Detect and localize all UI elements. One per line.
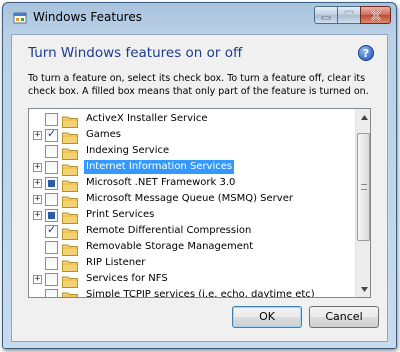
checkmark-icon: ✓ [47,223,57,236]
scroll-thumb[interactable] [357,133,370,241]
folder-icon [62,129,78,144]
checkmark-icon: ✓ [47,127,57,140]
feature-row[interactable]: ✓ Remote Differential Compression [29,223,354,240]
feature-row[interactable]: RIP Listener [29,255,354,272]
feature-row[interactable]: + Print Services [29,207,354,224]
folder-icon [62,209,78,224]
feature-label: Indexing Service [86,145,170,156]
scroll-grip [361,184,367,190]
scroll-down-button[interactable] [357,281,370,297]
feature-row[interactable]: Removable Storage Management [29,239,354,256]
feature-row[interactable]: Indexing Service [29,143,354,160]
feature-label: Services for NFS [86,273,168,284]
cancel-button[interactable]: Cancel [309,306,379,328]
dialog-heading: Turn Windows features on or off [28,45,243,61]
folder-icon [62,145,78,160]
feature-checkbox[interactable] [45,145,58,158]
vertical-scrollbar[interactable] [355,109,370,297]
feature-row[interactable]: + Microsoft Message Queue (MSMQ) Server [29,191,354,208]
feature-checkbox[interactable] [45,289,58,297]
help-icon[interactable]: ? [358,45,374,61]
scroll-up-button[interactable] [357,109,370,125]
close-icon [370,9,381,21]
feature-checkbox[interactable] [45,177,58,190]
minimize-button[interactable] [314,6,338,24]
expand-icon[interactable]: + [33,275,42,284]
folder-icon [62,161,78,176]
expand-icon[interactable]: + [33,195,42,204]
feature-checkbox[interactable] [45,193,58,206]
folder-icon [62,177,78,192]
scroll-up-arrow-icon [360,114,368,120]
feature-row[interactable]: Simple TCPIP services (i.e. echo, daytim… [29,287,354,298]
feature-label: Microsoft .NET Framework 3.0 [86,177,236,188]
partial-fill-icon [48,180,55,187]
dialog-content: Turn Windows features on or off ? To tur… [11,34,388,342]
feature-label: ActiveX Installer Service [86,113,208,124]
maximize-button[interactable] [337,6,361,24]
minimize-icon [321,16,331,20]
scroll-down-arrow-icon [360,286,368,292]
dialog-description: To turn a feature on, select its check b… [28,73,369,97]
feature-row[interactable]: ActiveX Installer Service [29,111,354,128]
folder-icon [62,273,78,288]
window-title: Windows Features [33,10,142,24]
ok-button[interactable]: OK [232,306,302,328]
folder-icon [62,225,78,240]
title-bar[interactable]: Windows Features [3,3,396,33]
feature-label: Simple TCPIP services (i.e. echo, daytim… [86,289,315,298]
feature-label: Print Services [86,209,155,220]
features-list: ActiveX Installer Service + ✓ Games Indexing… [29,111,354,298]
feature-row[interactable]: + Services for NFS [29,271,354,288]
feature-label: Games [86,129,121,140]
feature-checkbox[interactable]: ✓ [45,223,58,238]
windows-features-dialog: Windows Features Turn Windows features o… [2,2,397,349]
feature-label: Removable Storage Management [86,241,254,252]
folder-icon [62,113,78,128]
maximize-icon [344,10,354,19]
expand-icon[interactable]: + [33,179,42,188]
feature-checkbox[interactable] [45,241,58,254]
expand-icon[interactable]: + [33,163,42,172]
folder-icon [62,257,78,272]
folder-icon [62,193,78,208]
feature-checkbox[interactable] [45,273,58,286]
features-tree[interactable]: ActiveX Installer Service + ✓ Games Indexing… [28,108,371,298]
feature-label: Internet Information Services [84,160,235,174]
folder-icon [62,241,78,256]
feature-row[interactable]: + ✓ Games [29,127,354,144]
expand-icon[interactable]: + [33,211,42,220]
feature-checkbox[interactable]: ✓ [45,127,58,142]
feature-checkbox[interactable] [45,209,58,222]
windows-features-app-icon [13,12,27,24]
folder-icon [62,289,78,297]
feature-label: Remote Differential Compression [86,225,252,236]
feature-checkbox[interactable] [45,113,58,126]
feature-row[interactable]: + Microsoft .NET Framework 3.0 [29,175,354,192]
expand-icon[interactable]: + [33,131,42,140]
feature-checkbox[interactable] [45,257,58,270]
partial-fill-icon [48,212,55,219]
feature-checkbox[interactable] [45,161,58,174]
feature-label: RIP Listener [86,257,146,268]
feature-row[interactable]: + Internet Information Services [29,159,354,176]
feature-label: Microsoft Message Queue (MSMQ) Server [86,193,293,204]
close-button[interactable] [360,6,391,24]
